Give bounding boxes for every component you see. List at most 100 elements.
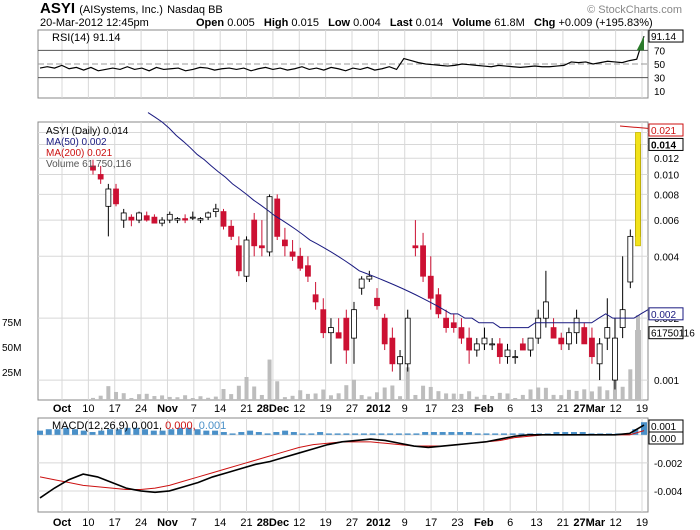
volume-bar <box>91 397 95 400</box>
volume-bar <box>236 385 241 400</box>
candle-body <box>343 317 350 351</box>
x-tick-label: 10 <box>82 517 94 529</box>
candle-body <box>151 216 158 224</box>
candle-body <box>143 215 150 221</box>
rsi-tick-label: 30 <box>654 74 666 85</box>
volume-bar <box>413 394 418 400</box>
candle-body <box>320 309 327 334</box>
x-tick-label: Oct <box>53 517 72 529</box>
volume-bar <box>121 393 126 400</box>
macd-right-label: 0.000 <box>651 434 676 445</box>
x-tick-label: 21 <box>557 517 569 529</box>
volume-bar <box>213 396 218 400</box>
macd-histogram-bar <box>352 433 359 435</box>
candle-body <box>335 332 342 339</box>
volume-bar <box>551 394 556 400</box>
macd-histogram-bar <box>334 433 341 435</box>
macd-histogram-bar <box>641 422 647 435</box>
x-tick-label: Nov <box>157 517 179 529</box>
macd-histogram-bar <box>255 432 262 435</box>
candle-body <box>366 275 373 280</box>
candle-body <box>212 208 219 212</box>
volume-bar <box>305 393 310 400</box>
macd-histogram-bar <box>483 433 490 435</box>
candle-body <box>596 343 603 365</box>
volume-bar <box>160 395 165 400</box>
volume-bar <box>421 385 426 400</box>
candle-body <box>136 212 142 221</box>
volume-bar <box>129 398 134 400</box>
volume-bar <box>467 391 472 400</box>
volume-bar <box>589 391 594 400</box>
x-tick-label: 17 <box>109 517 121 529</box>
x-tick-label: 24 <box>135 517 147 529</box>
volume-bar <box>382 387 387 400</box>
x-tick-label: 21 <box>240 403 252 415</box>
candle-body <box>266 196 273 253</box>
candle-body <box>489 343 496 346</box>
x-tick-label: 28Dec <box>257 517 289 529</box>
price-right-label: 0.021 <box>651 126 676 137</box>
volume-bar <box>605 390 610 400</box>
candle-body <box>381 317 388 345</box>
candle-body <box>113 188 119 205</box>
x-tick-label: Feb <box>474 517 494 529</box>
x-tick-label: 17 <box>425 517 437 529</box>
macd-histogram-bar <box>395 433 402 435</box>
macd-histogram-bar <box>378 433 385 435</box>
macd-histogram-bar <box>247 430 254 435</box>
macd-histogram-bar <box>343 433 350 435</box>
volume-bar <box>206 397 211 400</box>
volume-bar <box>275 381 280 400</box>
volume-tick-label: 25M <box>2 368 21 379</box>
price-legend-entry: ASYI (Daily) 0.014 <box>46 126 129 137</box>
volume-bar <box>528 389 533 400</box>
candle-body <box>328 327 334 334</box>
volume-bar <box>543 387 548 400</box>
volume-bar <box>244 377 249 400</box>
macd-histogram-bar <box>457 432 464 435</box>
x-tick-label: 9 <box>402 517 408 529</box>
candle-body <box>243 239 250 277</box>
price-legend-entry: Volume 61,750,116 <box>46 159 132 170</box>
price-legend-entry: MA(50) 0.002 <box>46 137 107 148</box>
price-tick-label: 0.001 <box>654 376 679 387</box>
volume-bar <box>490 396 495 400</box>
candle-body <box>97 174 104 180</box>
x-tick-label: 14 <box>214 517 226 529</box>
candle-body <box>542 301 549 319</box>
x-tick-label: Nov <box>157 403 179 415</box>
volume-bar <box>98 395 103 400</box>
candle-body <box>282 239 288 247</box>
x-tick-label: 12 <box>293 517 305 529</box>
x-tick-label: 6 <box>507 403 513 415</box>
volume-tick-label: 75M <box>2 318 21 329</box>
chart-svg: 9070503010RSI(14) 91.1491.14 0.0160.0140… <box>2 29 695 529</box>
price-tick-label: 0.006 <box>654 216 679 227</box>
x-tick-label: 19 <box>636 517 648 529</box>
macd-panel: 0.000 -0.002 -0.004 MACD(12,26,9) 0.001, 0.… <box>37 417 684 513</box>
price-right-label: 0.002 <box>651 310 676 321</box>
x-tick-label: 21 <box>557 403 569 415</box>
volume-bar <box>229 394 234 400</box>
macd-histogram-bar <box>430 432 437 435</box>
candle-body <box>128 216 135 221</box>
macd-histogram-bar <box>413 433 420 435</box>
volume-bar <box>367 396 372 400</box>
volume-tick-label: 50M <box>2 343 21 354</box>
candle-body <box>220 211 227 227</box>
x-tick-label: 7 <box>191 517 197 529</box>
x-tick-label: 27Mar <box>573 517 606 529</box>
candle-body <box>197 218 204 221</box>
volume-bar <box>497 392 502 400</box>
candle-body <box>420 245 426 277</box>
volume-bar <box>459 393 464 400</box>
macd-histogram-bar <box>448 432 455 435</box>
macd-histogram-bar <box>290 432 297 435</box>
candle-body <box>412 245 419 249</box>
volume-bar <box>351 379 356 400</box>
macd-histogram-bar <box>89 432 96 435</box>
volume-bar <box>267 359 272 400</box>
volume-bar <box>451 393 456 400</box>
macd-histogram-bar <box>37 430 43 435</box>
